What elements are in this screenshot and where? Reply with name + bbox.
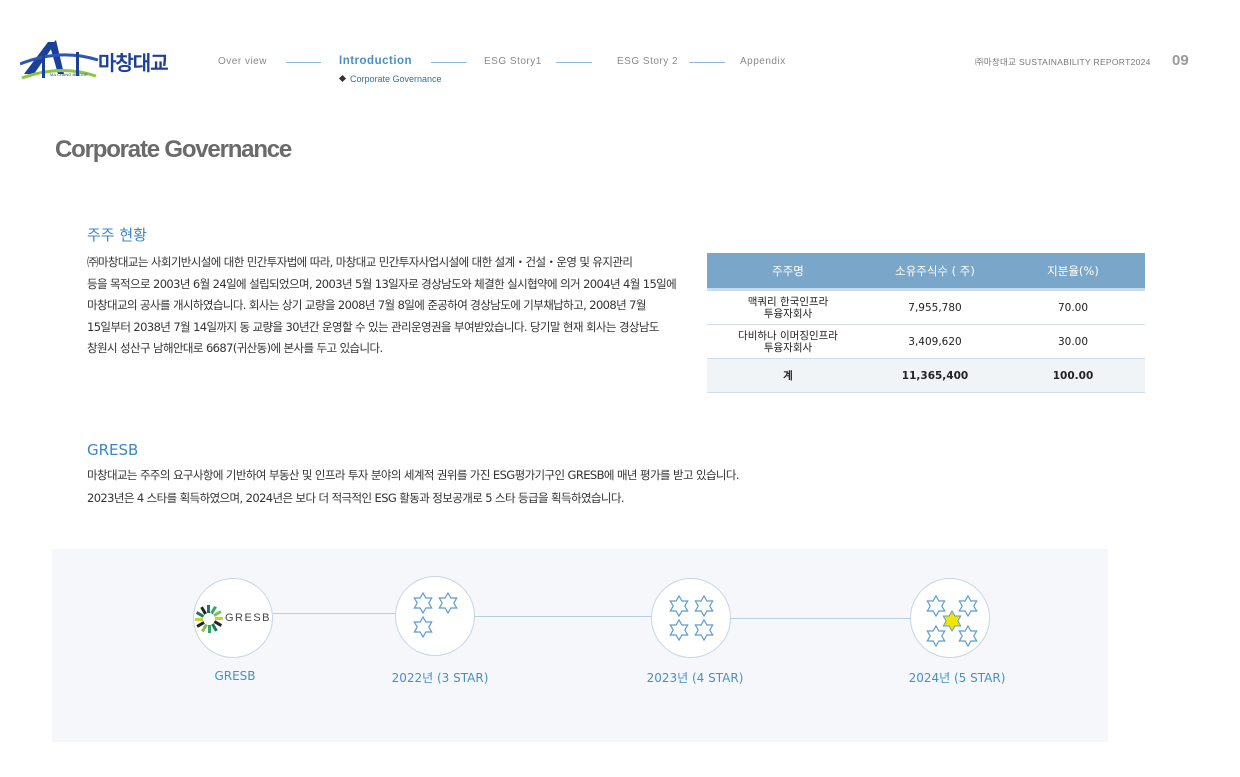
shareholder-table: 주주명 소유주식수 ( 주) 지분율(%) 맥쿼리 한국인프라 투융자회사 7,… [707, 253, 1145, 393]
page-title: Corporate Governance [55, 136, 292, 163]
milestone-label: 2023년 (4 STAR) [646, 671, 744, 685]
logo-text: 마창대교 [98, 51, 169, 75]
milestone-label: 2022년 (3 STAR) [391, 671, 489, 685]
table-total-row: 계 11,365,400 100.00 [707, 358, 1145, 393]
nav-sub-label: Corporate Governance [350, 74, 442, 84]
timeline-connector [475, 616, 652, 617]
three-stars-icon [413, 592, 458, 638]
logo-small-text: MA CHANG BRIDGE [50, 72, 88, 77]
cell-shareholder: 맥쿼리 한국인프라 투융자회사 [707, 289, 869, 325]
milestone-label: 2024년 (5 STAR) [908, 671, 1006, 685]
col-header-shares: 소유주식수 ( 주) [869, 253, 1001, 291]
para-line: ㈜마창대교는 사회기반시설에 대한 민간투자법에 따라, 마창대교 민간투자사업… [87, 255, 633, 269]
table-row: 맥쿼리 한국인프라 투융자회사 7,955,780 70.00 [707, 289, 1145, 325]
para-line: 마창대교의 공사를 개시하였습니다. 회사는 상기 교량을 2008년 7월 8… [87, 298, 646, 312]
gresb-text: 마창대교는 주주의 요구사항에 기반하여 부동산 및 인프라 투자 분야의 세계… [87, 464, 847, 510]
milestone-label: GRESB [214, 669, 256, 683]
milestone-2024-circle [910, 578, 990, 658]
nav-divider [286, 62, 321, 63]
cell-total-label: 계 [707, 358, 869, 393]
nav-divider [556, 62, 592, 63]
milestone-2023-circle [651, 578, 731, 658]
cell-shares: 7,955,780 [869, 289, 1001, 325]
timeline-connector [731, 618, 911, 619]
cell-shares: 3,409,620 [869, 324, 1001, 359]
five-stars-icon [926, 594, 978, 648]
nav-esg-story2[interactable]: ESG Story 2 [617, 56, 678, 67]
cell-shareholder: 다비하나 이머징인프라 투융자회사 [707, 324, 869, 359]
table-header-row: 주주명 소유주식수 ( 주) 지분율(%) [707, 253, 1145, 291]
para-line: 15일부터 2038년 7월 14일까지 동 교량을 30년간 운영할 수 있는… [87, 319, 659, 334]
gresb-title: GRESB [87, 441, 139, 459]
cell-ratio: 70.00 [1001, 289, 1145, 325]
nav-esg-story1[interactable]: ESG Story1 [484, 56, 542, 67]
four-stars-icon [669, 594, 714, 642]
cell-ratio: 30.00 [1001, 324, 1145, 359]
timeline-connector [273, 613, 395, 614]
shareholders-text: ㈜마창대교는 사회기반시설에 대한 민간투자법에 따라, 마창대교 민간투자사업… [87, 252, 707, 360]
table-row: 다비하나 이머징인프라 투융자회사 3,409,620 30.00 [707, 324, 1145, 359]
nav-appendix[interactable]: Appendix [740, 56, 786, 67]
para-line: 2023년은 4 스타를 획득하였으며, 2024년은 보다 더 적극적인 ES… [87, 491, 625, 505]
nav-sub-corporate-governance[interactable]: Corporate Governance [338, 74, 442, 84]
diamond-icon [338, 74, 347, 83]
col-header-ratio: 지분율(%) [1001, 253, 1145, 291]
milestone-2022-circle [395, 576, 475, 656]
nav-divider [431, 62, 467, 63]
cell-total-ratio: 100.00 [1001, 358, 1145, 393]
gresb-logo-circle: GRESB [193, 578, 273, 658]
nav-divider [689, 62, 725, 63]
shareholders-title: 주주 현황 [87, 226, 147, 244]
nav-introduction[interactable]: Introduction [339, 55, 412, 67]
nav-overview[interactable]: Over view [218, 56, 267, 67]
col-header-shareholder: 주주명 [707, 253, 869, 291]
gresb-logo-text: GRESB [225, 612, 272, 624]
para-line: 마창대교는 주주의 요구사항에 기반하여 부동산 및 인프라 투자 분야의 세계… [87, 468, 740, 482]
para-line: 창원시 성산구 남해안대로 6687(귀산동)에 본사를 두고 있습니다. [87, 341, 383, 355]
para-line: 등을 목적으로 2003년 6월 24일에 설립되었으며, 2003년 5월 1… [87, 276, 677, 291]
cell-total-shares: 11,365,400 [869, 358, 1001, 393]
page-number: 09 [1172, 52, 1189, 69]
report-name: ㈜마창대교 SUSTAINABILITY REPORT2024 [975, 57, 1151, 67]
